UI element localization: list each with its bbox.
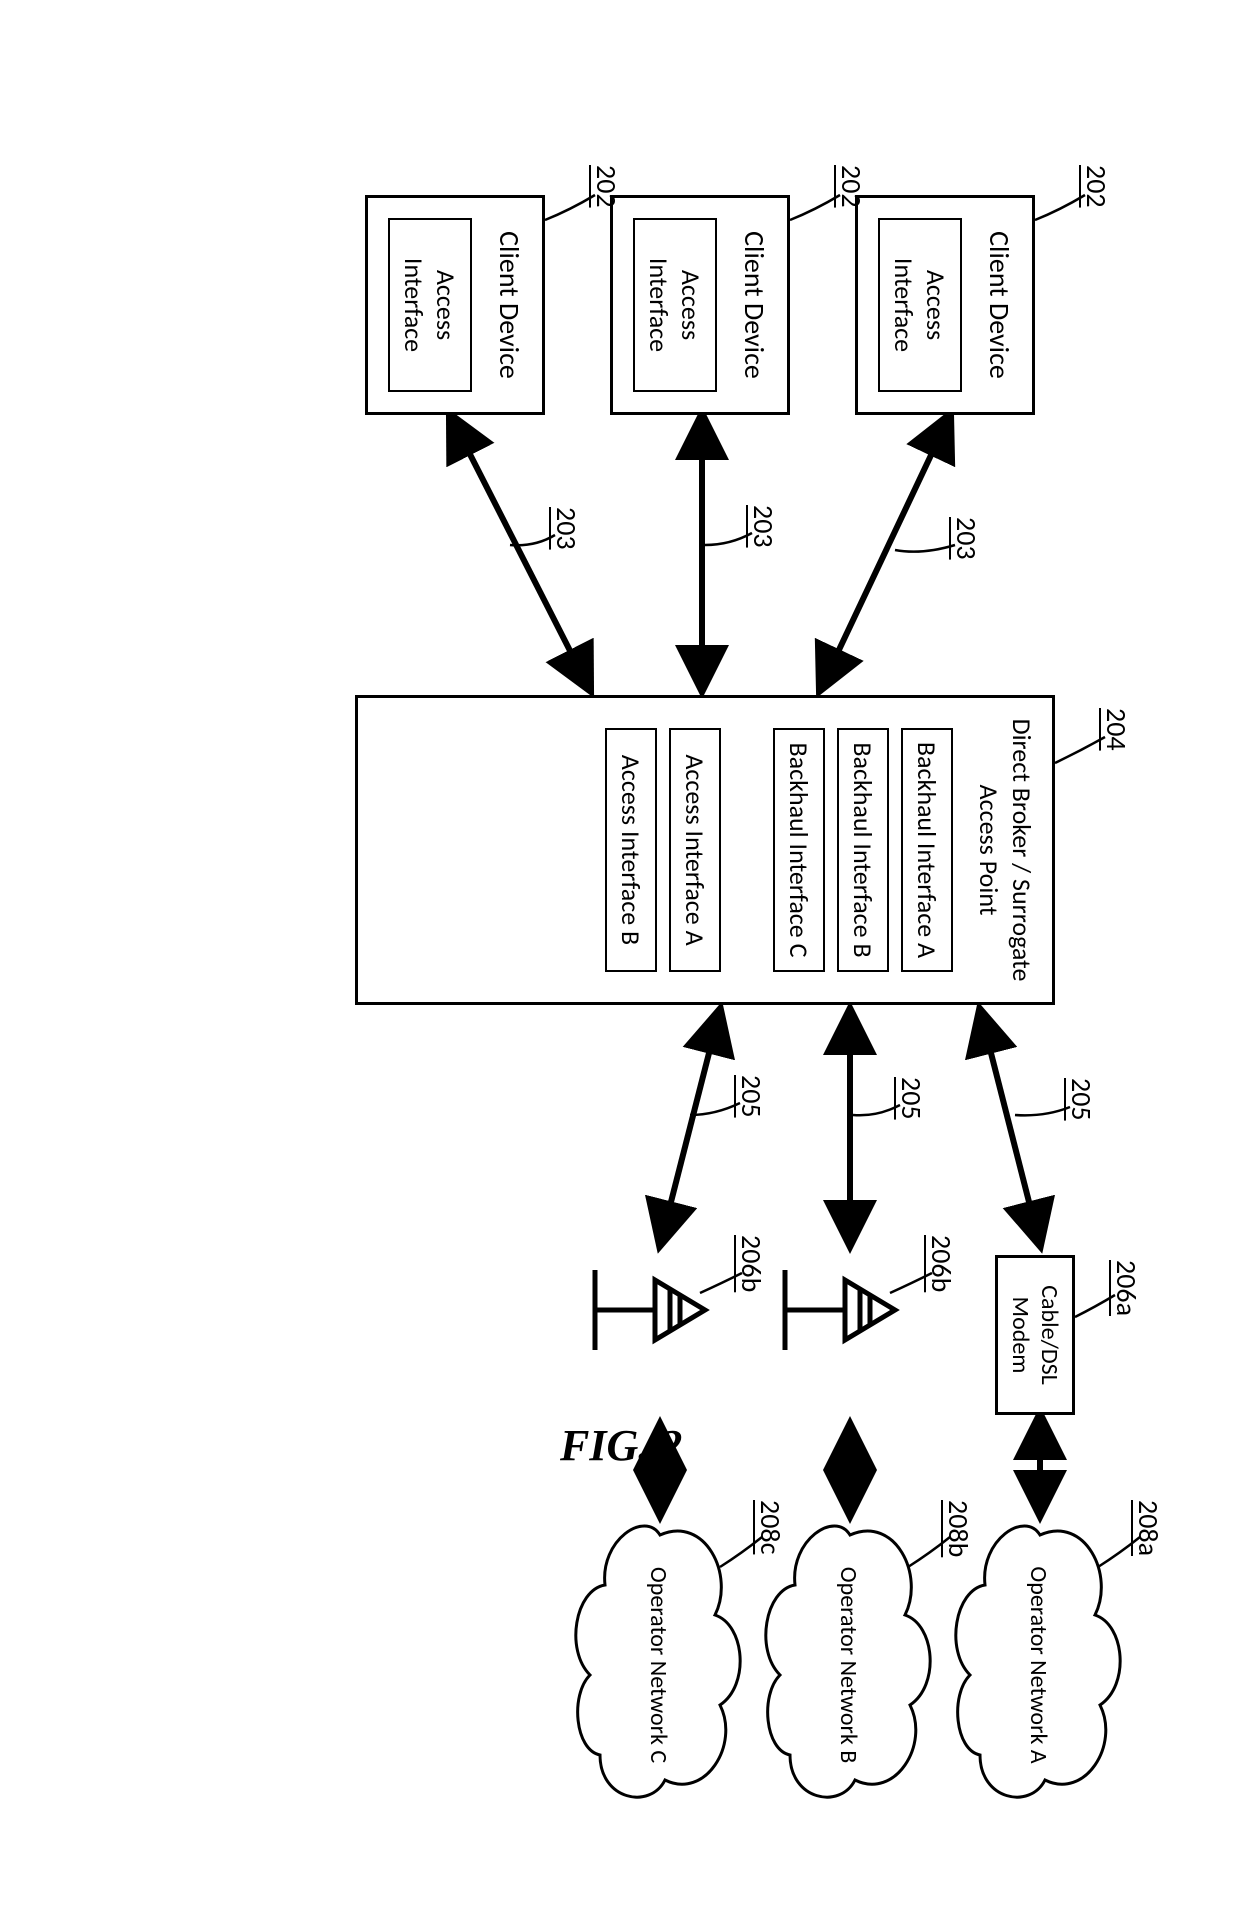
broker-bh-a: Backhaul Interface A (901, 728, 953, 972)
ref-208c: 208c (756, 1500, 784, 1554)
client-title: Client Device (983, 231, 1018, 379)
client-sub: Access Interface (879, 218, 963, 392)
cloud-b-label: Operator Network B (834, 1565, 862, 1765)
broker-ac-b: Access Interface B (605, 728, 657, 972)
ref-205b: 205 (897, 1077, 925, 1120)
ref-203c: 203 (552, 507, 580, 550)
client-title: Client Device (493, 231, 528, 379)
ref-205a: 205 (1067, 1078, 1095, 1121)
ref-203a: 203 (952, 517, 980, 560)
tower-icon-b (785, 1270, 895, 1350)
broker-bh-c: Backhaul Interface C (773, 728, 825, 972)
ref-206a: 206a (1112, 1260, 1140, 1316)
broker-ac-a: Access Interface A (669, 728, 721, 972)
ref-208b: 208b (944, 1500, 972, 1557)
tower-icon-c (595, 1270, 705, 1350)
modem-box: Cable/DSL Modem (995, 1255, 1075, 1415)
ref-204: 204 (1102, 708, 1130, 751)
ref-203b: 203 (749, 505, 777, 548)
figure-label: FIG. 2 (560, 1420, 682, 1471)
client-title: Client Device (738, 231, 773, 379)
modem-line2: Modem (1006, 1297, 1035, 1374)
cloud-a-label: Operator Network A (1024, 1565, 1052, 1765)
broker-ap: Direct Broker / Surrogate Access Point B… (355, 695, 1055, 1005)
cloud-c-label: Operator Network C (644, 1565, 672, 1765)
spacer (727, 850, 767, 851)
client-device-2: Client Device Access Interface (610, 195, 790, 415)
ref-206b1: 206b (927, 1235, 955, 1292)
ref-208a: 208a (1134, 1500, 1162, 1556)
ref-202b: 202 (837, 165, 865, 208)
ref-202c: 202 (592, 165, 620, 208)
ref-206b2: 206b (737, 1235, 765, 1292)
ref-205c: 205 (737, 1075, 765, 1118)
broker-title: Direct Broker / Surrogate Access Point (973, 708, 1038, 992)
diagram-stage: Client Device Access Interface Client De… (70, 115, 1170, 1815)
ref-202a: 202 (1082, 165, 1110, 208)
modem-line1: Cable/DSL (1035, 1285, 1064, 1385)
client-sub: Access Interface (389, 218, 473, 392)
broker-bh-b: Backhaul Interface B (837, 728, 889, 972)
client-sub: Access Interface (634, 218, 718, 392)
client-device-3: Client Device Access Interface (365, 195, 545, 415)
client-device-1: Client Device Access Interface (855, 195, 1035, 415)
